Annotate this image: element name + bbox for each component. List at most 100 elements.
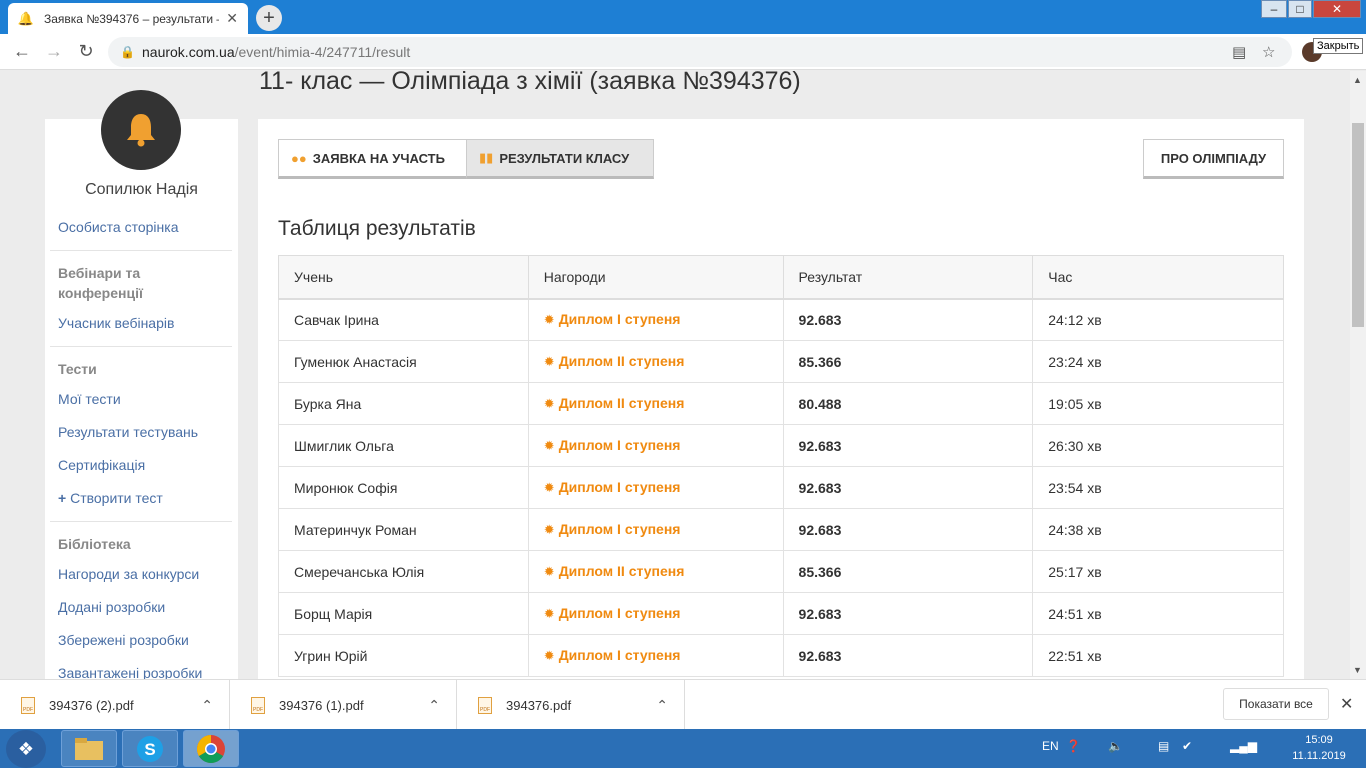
- show-all-downloads-button[interactable]: Показати все: [1223, 688, 1329, 720]
- chevron-up-icon[interactable]: ⌃: [201, 697, 213, 714]
- explorer-taskbar-button[interactable]: [61, 730, 117, 767]
- result-value: 92.683: [782, 424, 1034, 467]
- chevron-up-icon[interactable]: ⌃: [656, 697, 668, 714]
- sun-award-icon: ✹: [543, 354, 555, 369]
- signal-icon[interactable]: ▂▄▆: [1230, 739, 1257, 753]
- bar-chart-icon: ▮▮: [479, 150, 494, 165]
- about-olympiad-button[interactable]: ПРО ОЛІМПІАДУ: [1143, 139, 1284, 179]
- award-cell: ✹ Диплом I ступеня: [527, 508, 784, 551]
- download-item[interactable]: PDF 394376 (1).pdf ⌃: [230, 680, 457, 730]
- table-row: Шмиглик Ольга ✹ Диплом I ступеня 92.683 2…: [278, 424, 1284, 467]
- award-cell: ✹ Диплом I ступеня: [527, 466, 784, 509]
- award-label: Диплом II ступеня: [558, 395, 685, 411]
- apply-button-label: ЗАЯВКА НА УЧАСТЬ: [312, 150, 445, 166]
- pdf-file-icon: PDF: [251, 696, 265, 714]
- column-header-time: Час: [1032, 255, 1284, 300]
- webinar-participant-link[interactable]: Учасник вебінарів: [58, 315, 174, 331]
- group-icon: ●●: [291, 150, 307, 166]
- student-name: Шмиглик Ольга: [278, 424, 529, 467]
- certification-link[interactable]: Сертифікація: [58, 457, 145, 473]
- award-cell: ✹ Диплом I ступеня: [527, 592, 784, 635]
- tests-heading: Тести: [58, 361, 97, 377]
- language-indicator[interactable]: EN: [1042, 739, 1059, 753]
- result-value: 85.366: [782, 340, 1034, 383]
- downloads-bar: PDF 394376 (2).pdf ⌃ PDF 394376 (1).pdf …: [0, 679, 1366, 730]
- url-host: naurok.com.ua: [142, 44, 235, 60]
- clock-time: 15:09: [1305, 734, 1333, 746]
- security-check-icon[interactable]: ✔: [1182, 739, 1192, 753]
- personal-page-link[interactable]: Особиста сторінка: [58, 219, 179, 235]
- skype-icon: S: [137, 735, 163, 762]
- close-icon[interactable]: ✕: [1340, 694, 1353, 714]
- close-tooltip: Закрыть: [1313, 38, 1364, 54]
- help-icon[interactable]: ❓: [1066, 739, 1081, 753]
- pdf-file-icon: PDF: [478, 696, 492, 714]
- added-materials-link[interactable]: Додані розробки: [58, 599, 165, 615]
- bell-favicon-icon: 🔔: [17, 10, 35, 26]
- my-tests-link[interactable]: Мої тести: [58, 391, 121, 407]
- sun-award-icon: ✹: [543, 606, 555, 621]
- bell-logo-icon: [127, 114, 155, 147]
- award-label: Диплом I ступеня: [558, 647, 681, 663]
- volume-icon[interactable]: 🔈: [1108, 739, 1123, 753]
- maximize-button[interactable]: □: [1288, 0, 1312, 18]
- taskbar-clock[interactable]: 15:09 11.11.2019: [1282, 732, 1356, 764]
- sun-award-icon: ✹: [543, 522, 555, 537]
- url-path: /event/himia-4/247711/result: [234, 44, 411, 60]
- divider: [50, 521, 232, 522]
- address-bar[interactable]: 🔒 naurok.com.ua/event/himia-4/247711/res…: [108, 37, 1292, 67]
- saved-materials-link[interactable]: Збережені розробки: [58, 632, 189, 648]
- new-tab-button[interactable]: +: [256, 5, 282, 31]
- create-test-link[interactable]: + Створити тест: [58, 490, 163, 506]
- time-value: 22:51 хв: [1032, 634, 1284, 677]
- back-button[interactable]: ←: [6, 36, 38, 68]
- apply-button[interactable]: ●● ЗАЯВКА НА УЧАСТЬ: [278, 139, 467, 179]
- forward-button[interactable]: →: [38, 36, 70, 68]
- student-name: Гуменюк Анастасія: [278, 340, 529, 383]
- time-value: 19:05 хв: [1032, 382, 1284, 425]
- clock-date: 11.11.2019: [1292, 750, 1346, 762]
- table-row: Бурка Яна ✹ Диплом II ступеня 80.488 19:0…: [278, 382, 1284, 425]
- results-table-title: Таблиця результатів: [278, 217, 476, 240]
- test-results-link[interactable]: Результати тестувань: [58, 424, 198, 440]
- student-name: Миронюк Софія: [278, 466, 529, 509]
- svg-text:S: S: [144, 740, 155, 759]
- webinars-heading: Вебінари та конференції: [58, 265, 143, 301]
- reload-button[interactable]: ↻: [70, 36, 102, 68]
- window-close-button[interactable]: ✕: [1313, 0, 1361, 18]
- download-item[interactable]: PDF 394376 (2).pdf ⌃: [0, 680, 230, 730]
- class-results-button[interactable]: ▮▮ РЕЗУЛЬТАТИ КЛАСУ: [466, 139, 654, 179]
- chrome-taskbar-button[interactable]: [183, 730, 239, 767]
- download-filename: 394376 (2).pdf: [49, 697, 134, 713]
- result-value: 92.683: [782, 508, 1034, 551]
- time-value: 26:30 хв: [1032, 424, 1284, 467]
- scroll-down-icon[interactable]: ▼: [1353, 665, 1362, 675]
- column-header-student: Учень: [278, 255, 529, 300]
- start-button[interactable]: ❖: [6, 730, 46, 768]
- award-cell: ✹ Диплом I ступеня: [527, 634, 784, 677]
- contest-awards-link[interactable]: Нагороди за конкурси: [58, 566, 199, 582]
- user-avatar[interactable]: [101, 90, 181, 170]
- table-row: Гуменюк Анастасія ✹ Диплом II ступеня 85.…: [278, 340, 1284, 383]
- minimize-button[interactable]: –: [1261, 0, 1287, 18]
- browser-tab[interactable]: 🔔 Заявка №394376 – результати – ✕: [8, 3, 248, 34]
- table-row: Борщ Марія ✹ Диплом I ступеня 92.683 24:5…: [278, 592, 1284, 635]
- scrollbar-thumb[interactable]: [1352, 123, 1364, 327]
- student-name: Смеречанська Юлія: [278, 550, 529, 593]
- sun-award-icon: ✹: [543, 312, 555, 328]
- translate-icon[interactable]: ▤: [1232, 43, 1246, 61]
- table-row: Савчак Ірина ✹ Диплом I ступеня 92.683 24…: [278, 298, 1284, 341]
- download-filename: 394376.pdf: [506, 697, 572, 713]
- chevron-up-icon[interactable]: ⌃: [428, 697, 440, 714]
- award-cell: ✹ Диплом II ступеня: [527, 340, 784, 383]
- student-name: Материнчук Роман: [278, 508, 529, 551]
- download-item[interactable]: PDF 394376.pdf ⌃: [457, 680, 685, 730]
- page-scrollbar[interactable]: ▲ ▼: [1350, 71, 1366, 679]
- scroll-up-icon[interactable]: ▲: [1353, 75, 1362, 85]
- network-icon[interactable]: ▤: [1158, 739, 1169, 753]
- star-icon[interactable]: ☆: [1262, 43, 1275, 61]
- sun-award-icon: ✹: [543, 396, 555, 411]
- browser-toolbar: ← → ↻ 🔒 naurok.com.ua/event/himia-4/2477…: [0, 34, 1366, 70]
- tab-close-icon[interactable]: ✕: [226, 10, 238, 27]
- skype-taskbar-button[interactable]: S: [122, 730, 178, 767]
